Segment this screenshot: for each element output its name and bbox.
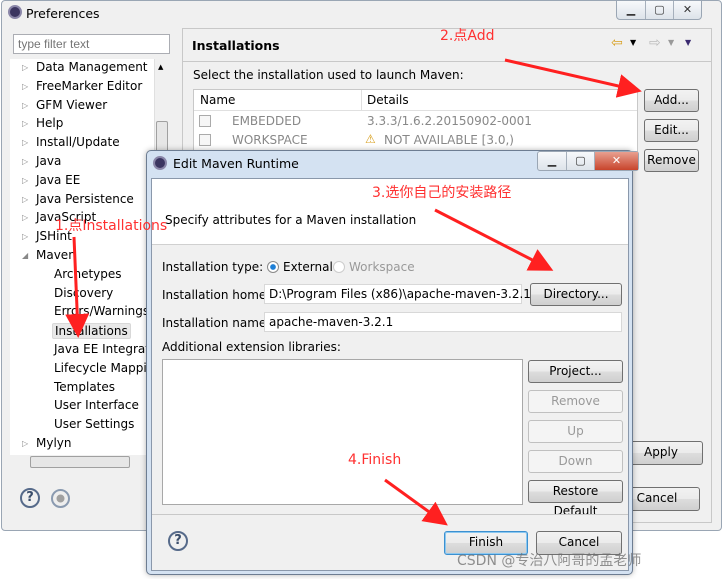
annotation-arrows bbox=[65, 58, 642, 526]
arrow-step2 bbox=[504, 58, 642, 98]
annotation-step1: 1.点Installations bbox=[55, 218, 168, 234]
annotation-step2: 2.点Add bbox=[440, 28, 495, 44]
arrow-step1 bbox=[65, 236, 90, 338]
arrow-step4 bbox=[384, 478, 448, 526]
annotation-step4: 4.Finish bbox=[348, 452, 402, 468]
watermark: CSDN @专治八阿哥的孟老师 bbox=[457, 553, 642, 569]
annotation-step3: 3.选你自己的安装路径 bbox=[372, 185, 512, 201]
arrow-step3 bbox=[434, 208, 554, 271]
